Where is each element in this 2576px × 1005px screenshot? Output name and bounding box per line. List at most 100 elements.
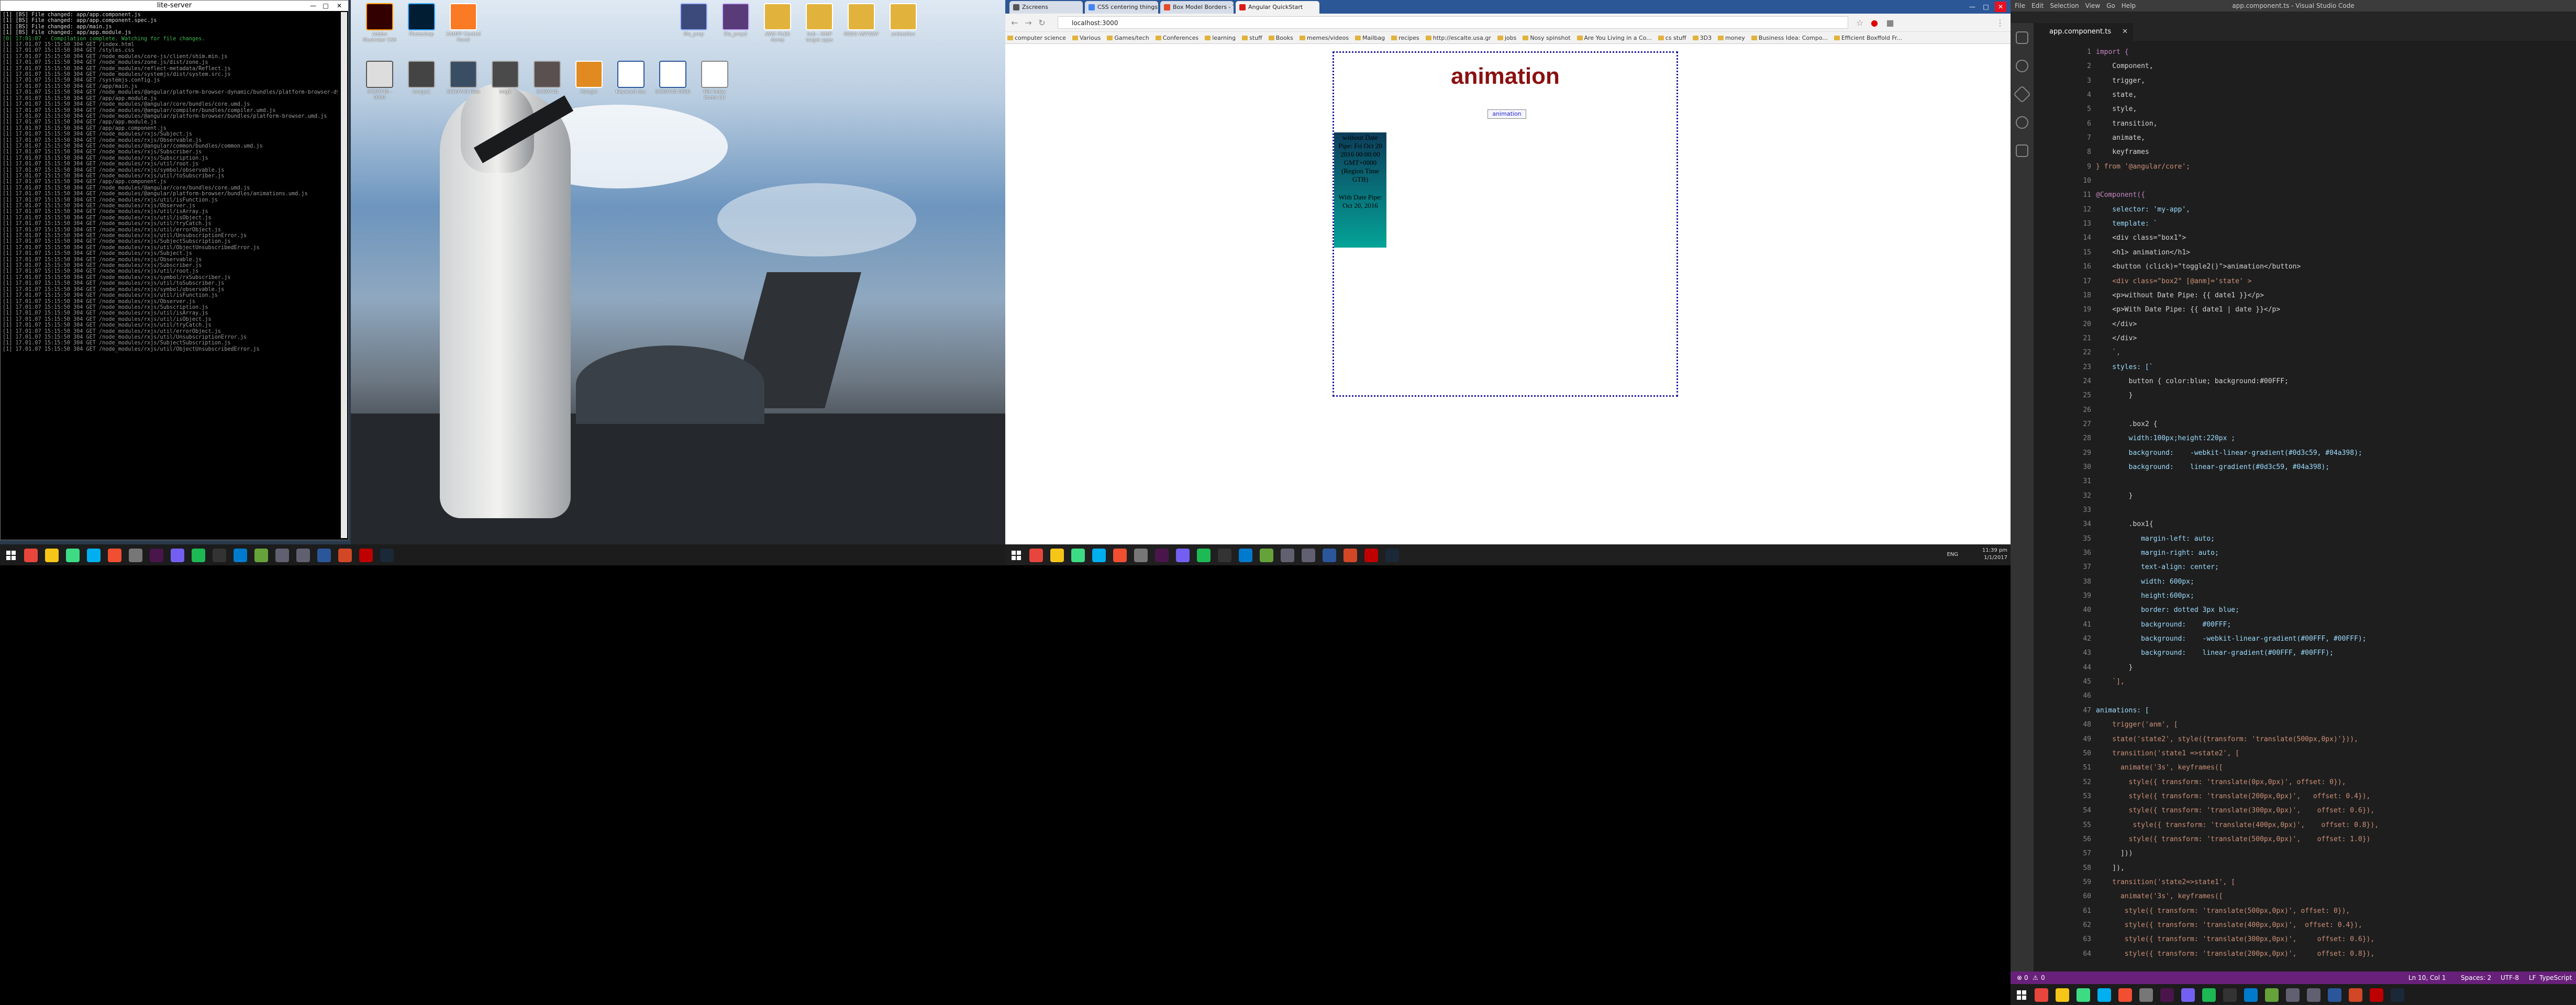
- media2-icon[interactable]: [2307, 988, 2320, 1002]
- notepad-icon[interactable]: [1260, 549, 1273, 562]
- desktop-icon[interactable]: SCR9748 - ORIG: [361, 61, 398, 100]
- terminal-window[interactable]: lite-server — □ ✕ [1] [BS] File changed:…: [0, 0, 349, 540]
- forward-icon[interactable]: →: [1023, 18, 1034, 28]
- desktop-icon[interactable]: File index Items (1): [696, 61, 733, 100]
- media-icon[interactable]: [1281, 549, 1294, 562]
- error-icon[interactable]: ⊗: [2017, 972, 2022, 984]
- android-studio-icon[interactable]: [2077, 988, 2090, 1002]
- git-icon[interactable]: [1113, 549, 1127, 562]
- filezilla-icon[interactable]: [1364, 549, 1378, 562]
- spotify-icon[interactable]: [192, 549, 205, 562]
- desktop-icon[interactable]: img2: [487, 61, 524, 100]
- desktop-icon[interactable]: SCR9748 ORIG: [654, 61, 691, 100]
- browser-window[interactable]: Zscreens CSS centering things Box Model …: [1005, 0, 2011, 544]
- windows-start-icon[interactable]: [2017, 990, 2026, 1000]
- menu-icon[interactable]: ⋮: [1995, 18, 2005, 28]
- vm-icon[interactable]: [2139, 988, 2153, 1002]
- bookmark-item[interactable]: Mailbag: [1353, 32, 1389, 43]
- code-editor[interactable]: import { Component, trigger, state, styl…: [2096, 45, 2567, 972]
- slack-icon[interactable]: [150, 549, 163, 562]
- back-icon[interactable]: ←: [1009, 18, 1020, 28]
- notepad-icon[interactable]: [2265, 988, 2279, 1002]
- skype-icon[interactable]: [87, 549, 101, 562]
- browser-tab-3[interactable]: Box Model Borders - The: [1160, 1, 1234, 14]
- terminal-title[interactable]: lite-server: [1, 1, 348, 11]
- terminal-icon[interactable]: [1218, 549, 1231, 562]
- animation-button[interactable]: animation: [1487, 109, 1526, 119]
- viber-icon[interactable]: [1176, 549, 1190, 562]
- spotify-icon[interactable]: [1197, 549, 1211, 562]
- bookmark-item[interactable]: Conferences: [1153, 32, 1203, 43]
- terminal-scrollbar[interactable]: [341, 12, 347, 538]
- bookmark-item[interactable]: Various: [1070, 32, 1105, 43]
- windows-start-icon[interactable]: [1012, 551, 1021, 560]
- close-icon[interactable]: ✕: [334, 1, 345, 11]
- terminal-icon[interactable]: [2223, 988, 2237, 1002]
- desktop-icon[interactable]: SCR9748 Files: [445, 61, 482, 100]
- desktop-icon[interactable]: SCR9748: [529, 61, 565, 100]
- vscode-window[interactable]: File Edit Selection View Go Help app.componen…: [2011, 0, 2576, 984]
- slack-icon[interactable]: [2160, 988, 2174, 1002]
- bookmark-item[interactable]: Are You Living in a Co...: [1575, 32, 1656, 43]
- bookmark-item[interactable]: Games/tech: [1105, 32, 1153, 43]
- git-icon[interactable]: [108, 549, 121, 562]
- desktop-icon[interactable]: Sub - IMSP target apps: [801, 3, 838, 43]
- extension-icon[interactable]: ■: [1885, 18, 1895, 28]
- skype-icon[interactable]: [1092, 549, 1106, 562]
- desktop-icon[interactable]: Adobe Illustrator CS6: [361, 3, 398, 43]
- steam-icon[interactable]: [2391, 988, 2404, 1002]
- browser-tab-1[interactable]: Zscreens: [1009, 1, 1083, 14]
- desktop-icon[interactable]: AWS FILES dump: [759, 3, 796, 43]
- git-icon[interactable]: [2118, 988, 2132, 1002]
- bookmark-item[interactable]: Efficient Boxffold Fr...: [1832, 32, 1906, 43]
- browser-tab-2[interactable]: CSS centering things: [1085, 1, 1158, 14]
- media2-icon[interactable]: [296, 549, 310, 562]
- explorer-icon[interactable]: [45, 549, 59, 562]
- bookmark-item[interactable]: http://escalte.usa.gr: [1424, 32, 1495, 43]
- vscode-icon[interactable]: [1239, 549, 1252, 562]
- spotify-icon[interactable]: [2202, 988, 2216, 1002]
- filezilla-icon[interactable]: [359, 549, 373, 562]
- desktop-icon[interactable]: XAMPP Control Panel: [445, 3, 482, 43]
- bookmark-item[interactable]: Nosy spinshot: [1520, 32, 1574, 43]
- bookmark-item[interactable]: computer science: [1005, 32, 1070, 43]
- maximize-icon[interactable]: □: [1980, 2, 1992, 12]
- cursor-position[interactable]: Ln 10, Col 1: [2408, 972, 2446, 984]
- address-bar[interactable]: localhost:3000: [1058, 16, 1848, 29]
- desktop-icon[interactable]: image1: [403, 61, 440, 100]
- notepad-icon[interactable]: [254, 549, 268, 562]
- minimize-icon[interactable]: —: [1967, 2, 1978, 12]
- word-icon[interactable]: [1323, 549, 1336, 562]
- clock[interactable]: 11:39 pm 1/1/2017: [1963, 547, 2007, 562]
- bookmark-item[interactable]: 3D3: [1691, 32, 1716, 43]
- bookmark-item[interactable]: Books: [1267, 32, 1297, 43]
- source-control-icon[interactable]: [2013, 85, 2031, 103]
- slack-icon[interactable]: [1155, 549, 1169, 562]
- android-studio-icon[interactable]: [66, 549, 80, 562]
- bookmark-item[interactable]: learning: [1203, 32, 1240, 43]
- warning-icon[interactable]: ⚠: [2033, 972, 2038, 984]
- star-icon[interactable]: ☆: [1855, 18, 1865, 28]
- desktop-icon[interactable]: Photoshop: [403, 3, 440, 42]
- indentation[interactable]: Spaces: 2: [2461, 972, 2491, 984]
- bookmark-item[interactable]: recipes: [1389, 32, 1424, 43]
- vscode-icon[interactable]: [2244, 988, 2258, 1002]
- chrome-icon[interactable]: [2035, 988, 2048, 1002]
- encoding[interactable]: UTF-8: [2501, 972, 2519, 984]
- warning-count[interactable]: 0: [2041, 972, 2045, 984]
- search-icon[interactable]: [2016, 60, 2028, 72]
- vscode-icon[interactable]: [234, 549, 247, 562]
- close-icon[interactable]: ✕: [1995, 2, 2006, 12]
- debug-icon[interactable]: [2016, 116, 2028, 129]
- language-mode[interactable]: TypeScript: [2539, 972, 2572, 984]
- desktop-icon[interactable]: Hanger: [571, 61, 607, 100]
- terminal-icon[interactable]: [213, 549, 226, 562]
- error-count[interactable]: 0: [2024, 972, 2028, 984]
- media-icon[interactable]: [275, 549, 289, 562]
- explorer-icon[interactable]: [2016, 31, 2028, 44]
- opera-extension-icon[interactable]: ●: [1869, 18, 1880, 28]
- explorer-icon[interactable]: [2056, 988, 2069, 1002]
- minimize-icon[interactable]: —: [307, 1, 319, 11]
- media2-icon[interactable]: [1302, 549, 1315, 562]
- bookmark-item[interactable]: jobs: [1495, 32, 1521, 43]
